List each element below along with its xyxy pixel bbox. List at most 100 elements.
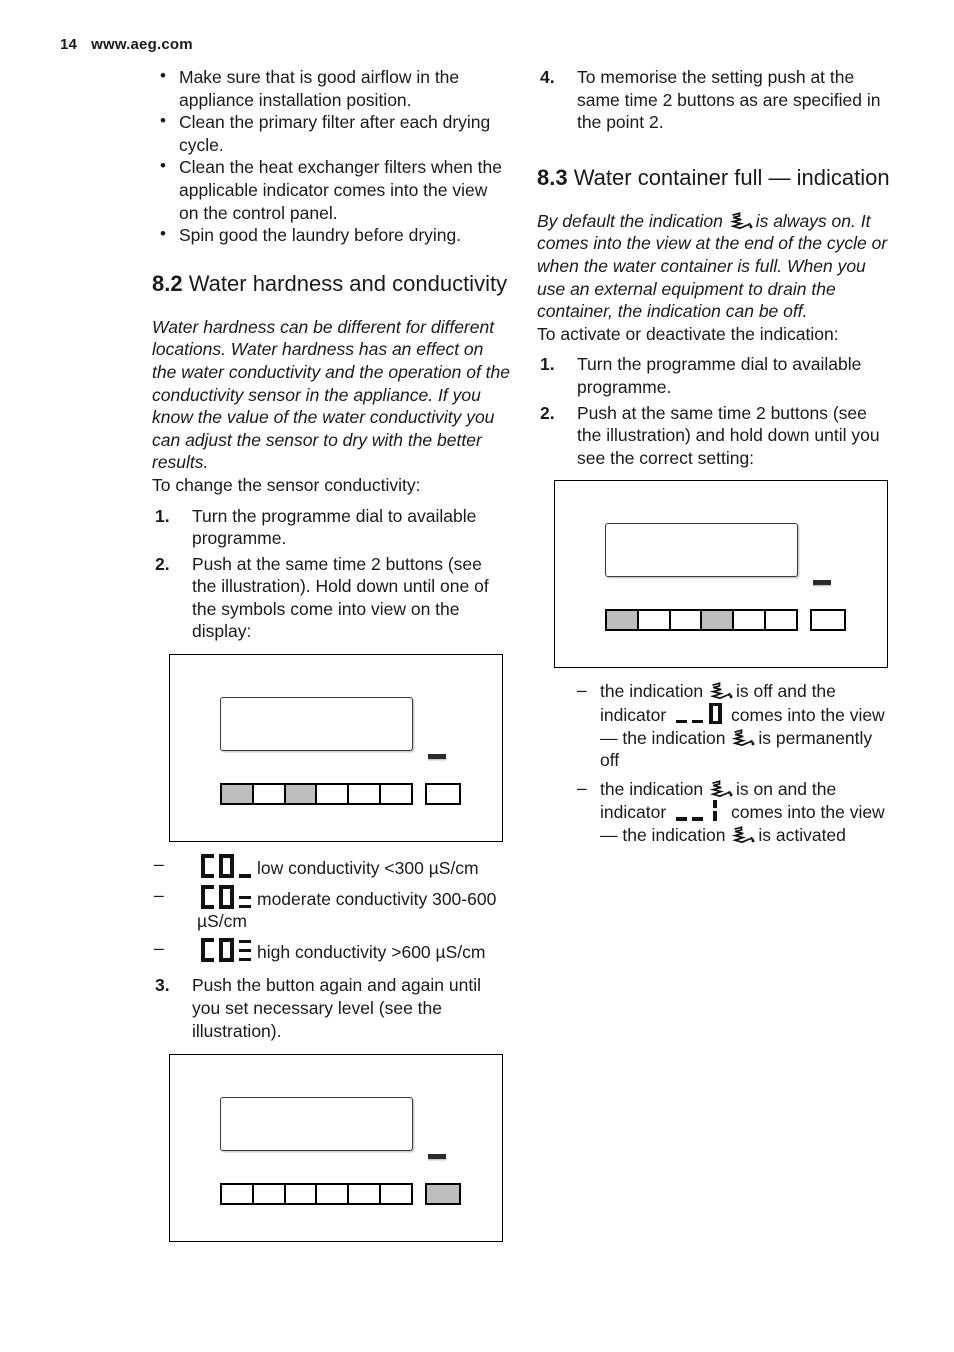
dash-marker: – [154,884,164,905]
panel-key-5[interactable] [349,785,382,804]
lcd-symbol-indication-off [676,702,726,725]
panel-key-4[interactable] [317,785,350,804]
panel-key-4[interactable] [702,611,735,630]
indication-outcomes-list: – the indication is off and the indicator… [575,680,895,846]
lcd-symbol-indication-on [676,800,726,822]
outcome-part-4: is activated [758,824,846,845]
display-screen [220,1097,413,1152]
list-item: 4. To memorise the setting push at the s… [537,66,895,134]
step-marker: 4. [540,67,555,87]
step-text: To memorise the setting push at the same… [577,67,881,133]
panel-key-5[interactable] [349,1185,382,1204]
list-item: Clean the heat exchanger filters when th… [152,155,510,224]
panel-key-4[interactable] [317,1185,350,1204]
display-screen [220,697,413,752]
section-heading-8-3: 8.3 Water container full — indication [537,164,895,191]
button-bank[interactable] [605,609,798,632]
left-column: Make sure that is good airflow in the ap… [152,65,510,1243]
memorise-step-4: 4. To memorise the setting push at the s… [537,66,895,134]
led-indicator [428,754,446,760]
panel-key-1[interactable] [222,785,254,804]
list-item: Spin good the laundry before drying. [152,223,510,247]
panel-key-3[interactable] [285,1185,318,1204]
level-text: low conductivity <300 µS/cm [257,858,479,879]
panel-key-3[interactable] [670,611,703,630]
list-item: 3. Push the button again and again until… [152,974,510,1042]
step-marker: 2. [155,553,170,574]
step-text: Turn the programme dial to available pro… [192,505,477,549]
list-item: – moderate conductivity 300-600 µS/cm [152,884,510,933]
panel-key-5[interactable] [734,611,767,630]
list-item: 2. Push at the same time 2 buttons (see … [537,402,895,470]
list-item: – low conductivity <300 µS/cm [152,854,510,880]
dash-marker: – [154,937,164,958]
panel-key-start[interactable] [425,1183,461,1206]
outcome-part-1: the indication [600,778,708,799]
display-screen [605,523,798,578]
step-text: Push at the same time 2 buttons (see the… [192,553,489,642]
list-item: – the indication is on and the indicator … [575,778,895,847]
panel-key-start[interactable] [810,609,846,632]
page-header: 14 www.aeg.com [60,36,193,53]
lcd-symbol-low-conductivity [199,854,251,879]
step-marker: 1. [155,505,170,526]
water-container-icon [731,825,757,845]
dash-marker: – [577,680,587,701]
step-text: Push at the same time 2 buttons (see the… [577,402,880,468]
page-number: 14 [60,36,78,53]
button-bank[interactable] [220,1183,413,1206]
dash-marker: – [577,777,587,798]
intro-part-1: By default the indication [537,210,728,231]
step-text: Push the button again and again until yo… [192,975,481,1041]
level-text: high conductivity >600 µS/cm [257,941,486,962]
list-item: – high conductivity >600 µS/cm [152,937,510,964]
water-container-steps: 1. Turn the programme dial to available … [537,353,895,469]
panel-key-1[interactable] [607,611,639,630]
step-marker: 2. [540,402,555,423]
panel-key-start[interactable] [425,783,461,806]
list-item: 1. Turn the programme dial to available … [537,353,895,398]
step-marker: 1. [540,354,555,375]
dash-marker: – [154,854,164,875]
illustration-control-panel-1 [169,654,503,843]
water-container-lead-in: To activate or deactivate the indication… [537,323,839,344]
conductivity-lead-in: To change the sensor conductivity: [152,474,421,495]
panel-key-2[interactable] [253,785,286,804]
drying-tips-list: Make sure that is good airflow in the ap… [152,65,510,247]
illustration-control-panel-3 [554,480,888,669]
button-bank[interactable] [220,783,413,806]
conductivity-levels-list: – low conductivity <300 µS/cm – moderate… [152,854,510,963]
section-number: 8.3 [537,164,568,190]
illustration-control-panel-2 [169,1054,503,1243]
led-indicator [813,580,831,586]
section-heading-8-2: 8.2 Water hardness and conductivity [152,270,510,297]
site-url: www.aeg.com [91,36,193,53]
panel-key-1[interactable] [222,1185,254,1204]
water-container-icon [731,728,757,748]
water-container-icon [709,682,735,701]
panel-key-6[interactable] [766,611,796,630]
water-container-icon [709,779,735,799]
lcd-symbol-high-conductivity [199,937,251,962]
list-item: 2. Push at the same time 2 buttons (see … [152,553,510,643]
panel-key-6[interactable] [381,785,411,804]
panel-key-3[interactable] [285,785,318,804]
section-title: Water hardness and conductivity [188,270,508,296]
conductivity-step-3: 3. Push the button again and again until… [152,974,510,1042]
panel-key-6[interactable] [381,1185,411,1204]
section-title: Water container full — indication [573,164,890,190]
water-container-intro-text: By default the indication is always on. … [537,210,895,323]
right-column: 4. To memorise the setting push at the s… [537,66,895,846]
panel-key-2[interactable] [638,611,671,630]
list-item: Make sure that is good airflow in the ap… [152,65,510,111]
list-item: Clean the primary filter after each dryi… [152,110,510,156]
step-marker: 3. [155,975,170,996]
conductivity-steps: 1. Turn the programme dial to available … [152,505,510,644]
section-number: 8.2 [152,270,183,296]
lcd-symbol-moderate-conductivity [199,884,251,909]
list-item: – the indication is off and the indicator… [575,680,895,771]
panel-key-2[interactable] [253,1185,286,1204]
list-item: 1. Turn the programme dial to available … [152,505,510,550]
outcome-part-1: the indication [600,681,708,702]
led-indicator [428,1154,446,1160]
